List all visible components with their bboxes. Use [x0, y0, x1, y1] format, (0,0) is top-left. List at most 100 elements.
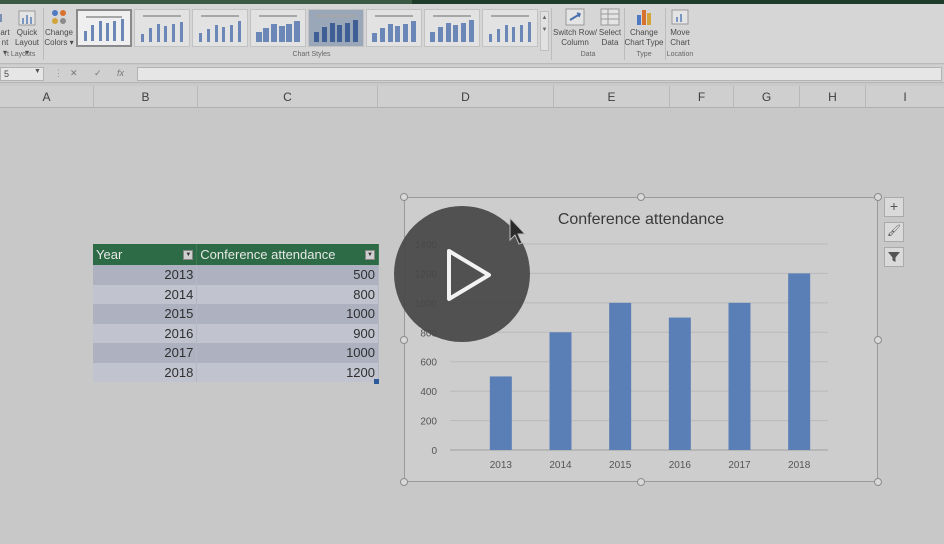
x-axis-ticks: 2013 2014 2015 2016 2017 2018 — [490, 460, 811, 471]
location-group-label: Location — [666, 51, 694, 58]
chart-styles-gallery[interactable]: ▲ ▼ — [74, 7, 549, 51]
quick-layout-icon — [18, 10, 36, 26]
paintbrush-icon: 🖌 — [887, 225, 901, 237]
y-tick-label: 200 — [420, 417, 437, 428]
column-header-d[interactable]: D — [378, 86, 554, 108]
table-row: 2016 900 — [93, 323, 379, 343]
chart-title[interactable]: Conference attendance — [558, 211, 724, 228]
column-header-i[interactable]: I — [866, 86, 944, 108]
column-header-a[interactable]: A — [0, 86, 94, 108]
enter-icon[interactable]: ✓ — [94, 68, 102, 79]
table-cell[interactable]: 500 — [196, 265, 379, 285]
table-cell[interactable]: 2017 — [93, 343, 198, 363]
play-icon — [447, 249, 491, 301]
switch-row-column-label: Switch Row/ — [553, 28, 598, 37]
change-colors-sublabel: Colors ▾ — [44, 38, 74, 47]
bar-2018[interactable] — [788, 273, 811, 450]
chart-styles-button[interactable]: 🖌 — [884, 222, 904, 242]
resize-handle-e[interactable] — [874, 336, 882, 344]
column-header-f[interactable]: F — [670, 86, 734, 108]
table-cell[interactable]: 2018 — [93, 362, 198, 382]
bar-2014[interactable] — [549, 332, 572, 450]
chart-elements-button[interactable]: + — [884, 197, 904, 217]
ribbon: art nt ▾ Quick Layout ▾ rt Layouts Chang… — [0, 4, 944, 64]
formula-input[interactable] — [137, 67, 942, 81]
mouse-cursor-icon — [509, 216, 527, 245]
select-data-label: Select — [598, 28, 622, 37]
change-colors-button[interactable]: Change Colors ▾ — [44, 8, 74, 48]
y-tick-label: 0 — [431, 446, 437, 457]
bar-2017[interactable] — [728, 302, 751, 450]
move-chart-sublabel: Chart — [670, 38, 690, 47]
table-cell[interactable]: 800 — [196, 284, 379, 304]
chart-style-6[interactable] — [366, 9, 422, 47]
resize-handle-n[interactable] — [637, 193, 645, 201]
table-resize-handle[interactable] — [374, 379, 379, 384]
chart-style-8[interactable] — [482, 9, 538, 47]
switch-row-column-button[interactable]: Switch Row/ Column — [553, 8, 597, 48]
table-row: 2018 1200 — [93, 362, 379, 382]
table-row: 2015 1000 — [93, 304, 379, 324]
chart-filters-button[interactable] — [884, 247, 904, 267]
column-header-g[interactable]: G — [734, 86, 800, 108]
cancel-icon[interactable]: ✕ — [70, 68, 78, 79]
table-cell[interactable]: 1200 — [196, 362, 379, 382]
chart-style-3[interactable] — [192, 9, 248, 47]
table-cell[interactable]: 1000 — [196, 343, 379, 363]
column-header-h[interactable]: H — [800, 86, 866, 108]
table-header-year[interactable]: Year ▼ — [93, 244, 198, 265]
gallery-scroll[interactable]: ▲ ▼ — [540, 11, 549, 51]
change-chart-type-button[interactable]: Change Chart Type — [624, 8, 664, 48]
formula-bar: 5 ▼ ⋮ ✕ ✓ fx — [0, 65, 944, 83]
bar-2016[interactable] — [668, 317, 691, 450]
chart-style-2[interactable] — [134, 9, 190, 47]
switch-row-column-icon — [565, 8, 585, 26]
resize-handle-sw[interactable] — [400, 478, 408, 486]
table-cell[interactable]: 1000 — [196, 304, 379, 324]
chart-style-5[interactable] — [308, 9, 364, 47]
resize-handle-ne[interactable] — [874, 193, 882, 201]
bar-2013[interactable] — [489, 376, 512, 450]
table-header-label: Conference attendance — [200, 247, 336, 262]
table-cell[interactable]: 2014 — [93, 284, 198, 304]
table-cell[interactable]: 900 — [196, 323, 379, 343]
filter-dropdown-icon[interactable]: ▼ — [365, 250, 375, 260]
filter-dropdown-icon[interactable]: ▼ — [183, 250, 194, 260]
formula-options-icon: ⋮ — [54, 68, 63, 78]
data-group-label: Data — [580, 51, 596, 58]
resize-handle-s[interactable] — [637, 478, 645, 486]
quick-layout-label: Quick — [16, 28, 38, 37]
resize-handle-w[interactable] — [400, 336, 408, 344]
table-cell[interactable]: 2015 — [93, 304, 198, 324]
bar-2015[interactable] — [609, 302, 632, 450]
chart-style-7[interactable] — [424, 9, 480, 47]
change-colors-label: Change — [44, 28, 74, 37]
x-tick-label: 2014 — [549, 460, 572, 471]
resize-handle-nw[interactable] — [400, 193, 408, 201]
resize-handle-se[interactable] — [874, 478, 882, 486]
x-tick-label: 2017 — [728, 460, 751, 471]
table-header-attendance[interactable]: Conference attendance ▼ — [196, 244, 379, 265]
column-header-b[interactable]: B — [94, 86, 198, 108]
switch-row-column-sublabel: Column — [561, 38, 589, 47]
x-tick-label: 2013 — [490, 460, 513, 471]
data-table: Year ▼ Conference attendance ▼ 2013 500 201… — [93, 244, 379, 382]
chart-style-4[interactable] — [250, 9, 306, 47]
move-chart-icon — [671, 9, 689, 25]
insert-function-icon[interactable]: fx — [117, 68, 124, 78]
select-data-button[interactable]: Select Data — [597, 8, 623, 48]
chart-style-1[interactable] — [76, 9, 132, 47]
filter-icon — [888, 252, 900, 262]
table-header-label: Year — [96, 247, 123, 262]
ribbon-separator — [551, 8, 552, 60]
x-tick-label: 2018 — [788, 460, 811, 471]
table-cell[interactable]: 2016 — [93, 323, 198, 343]
move-chart-button[interactable]: Move Chart — [666, 8, 694, 48]
column-header-e[interactable]: E — [554, 86, 670, 108]
palette-icon — [52, 10, 66, 24]
move-chart-label: Move — [670, 28, 690, 37]
name-box-dropdown-icon[interactable]: ▼ — [34, 68, 41, 75]
table-cell[interactable]: 2013 — [93, 265, 198, 285]
column-header-c[interactable]: C — [198, 86, 378, 108]
select-data-icon — [600, 8, 620, 26]
